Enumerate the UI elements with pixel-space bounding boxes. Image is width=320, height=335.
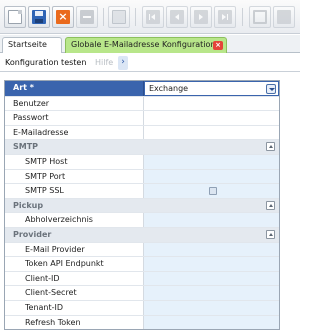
grid-row-email-provider[interactable]: E-Mail Provider	[5, 241, 279, 257]
toolbar-separator	[103, 8, 104, 26]
field-label: Benutzer	[5, 96, 144, 111]
art-label: Art *	[5, 81, 144, 96]
client-id-value[interactable]	[144, 271, 279, 286]
field-label: Passwort	[5, 111, 144, 125]
category-label: Pickup	[13, 200, 44, 210]
grid-row-emailadresse[interactable]: E-Mailadresse	[5, 124, 279, 140]
first-record-button[interactable]	[142, 6, 164, 28]
new-document-button[interactable]	[4, 6, 26, 28]
grid-row-passwort[interactable]: Passwort	[5, 110, 279, 125]
smtp-port-value[interactable]	[144, 169, 279, 184]
refresh-token-value[interactable]	[144, 315, 279, 330]
grid-row-refresh-token[interactable]: Refresh Token	[5, 314, 279, 330]
tab-startseite[interactable]: Startseite	[2, 37, 62, 53]
benutzer-value[interactable]	[144, 96, 279, 111]
category-smtp[interactable]: SMTP	[5, 139, 279, 154]
grid-row-abholverzeichnis[interactable]: Abholverzeichnis	[5, 212, 279, 227]
action-bar: Konfiguration testen Hilfe ›	[0, 54, 300, 72]
first-icon	[146, 10, 160, 24]
grid-row-art[interactable]: Art * Exchange	[5, 81, 279, 96]
field-label: E-Mailadresse	[5, 125, 144, 140]
grid-row-tenant-id[interactable]: Tenant-ID	[5, 299, 279, 315]
category-provider[interactable]: Provider	[5, 226, 279, 242]
minus-icon	[80, 10, 94, 24]
previous-record-button[interactable]	[166, 6, 188, 28]
category-label: Provider	[13, 229, 52, 239]
category-pickup[interactable]: Pickup	[5, 197, 279, 213]
toolbar-separator	[135, 8, 136, 26]
field-label: SMTP Host	[5, 154, 144, 169]
grid-row-token-api[interactable]: Token API Endpunkt	[5, 256, 279, 271]
grid-row-smtp-host[interactable]: SMTP Host	[5, 153, 279, 169]
token-api-value[interactable]	[144, 257, 279, 271]
users-icon	[277, 10, 291, 24]
delete-icon: ×	[56, 10, 70, 24]
toolbar-separator	[242, 8, 243, 26]
art-value: Exchange	[149, 84, 189, 93]
collapse-icon[interactable]	[266, 200, 275, 210]
document-move-icon	[112, 10, 126, 24]
refresh-button[interactable]	[249, 6, 271, 28]
field-label: SMTP Port	[5, 169, 144, 184]
tenant-id-value[interactable]	[144, 300, 279, 315]
collapse-icon[interactable]	[266, 142, 275, 152]
field-label: Client-ID	[5, 271, 144, 286]
save-button[interactable]	[28, 6, 50, 28]
emailadresse-value[interactable]	[144, 125, 279, 140]
field-label: Token API Endpunkt	[5, 257, 144, 271]
property-grid: Art * Exchange Benutzer Passwort E-Maila…	[4, 80, 280, 331]
grid-row-smtp-ssl[interactable]: SMTP SSL	[5, 183, 279, 198]
field-label: Client-Secret	[5, 286, 144, 300]
smtp-ssl-value[interactable]	[144, 184, 279, 198]
field-label: E-Mail Provider	[5, 242, 144, 257]
tab-label: Globale E-Mailadresse Konfiguration	[71, 40, 216, 49]
smtp-host-value[interactable]	[144, 154, 279, 169]
delete-button[interactable]: ×	[52, 6, 74, 28]
smtp-ssl-checkbox[interactable]	[209, 187, 217, 196]
grid-row-smtp-port[interactable]: SMTP Port	[5, 168, 279, 184]
field-label: Abholverzeichnis	[5, 213, 144, 227]
client-secret-value[interactable]	[144, 286, 279, 300]
refresh-icon	[253, 10, 267, 24]
chevron-right-icon[interactable]: ›	[118, 56, 128, 70]
grid-row-client-secret[interactable]: Client-Secret	[5, 285, 279, 300]
next-record-button[interactable]	[190, 6, 212, 28]
email-provider-value[interactable]	[144, 242, 279, 257]
field-label: SMTP SSL	[5, 184, 144, 198]
last-record-button[interactable]	[214, 6, 236, 28]
remove-button[interactable]	[76, 6, 98, 28]
art-select[interactable]: Exchange	[144, 81, 279, 96]
users-button[interactable]	[273, 6, 295, 28]
next-icon	[194, 10, 208, 24]
last-icon	[218, 10, 232, 24]
abholverzeichnis-value[interactable]	[144, 213, 279, 227]
collapse-icon[interactable]	[266, 229, 275, 239]
new-document-icon	[8, 10, 22, 24]
save-icon	[32, 10, 46, 24]
passwort-value[interactable]	[144, 111, 279, 125]
grid-row-benutzer[interactable]: Benutzer	[5, 95, 279, 111]
chevron-down-icon[interactable]	[266, 83, 276, 94]
move-document-button[interactable]	[108, 6, 130, 28]
toolbar: ×	[0, 0, 300, 34]
tab-email-configuration[interactable]: Globale E-Mailadresse Konfiguration ×	[65, 37, 227, 53]
help-button[interactable]: Hilfe	[95, 58, 113, 67]
test-configuration-button[interactable]: Konfiguration testen	[5, 58, 86, 67]
grid-row-client-id[interactable]: Client-ID	[5, 270, 279, 286]
previous-icon	[170, 10, 184, 24]
field-label: Refresh Token	[5, 315, 144, 330]
tab-strip: Startseite Globale E-Mailadresse Konfigu…	[0, 35, 300, 53]
category-label: SMTP	[13, 142, 39, 152]
field-label: Tenant-ID	[5, 300, 144, 315]
close-tab-icon[interactable]: ×	[213, 41, 223, 50]
